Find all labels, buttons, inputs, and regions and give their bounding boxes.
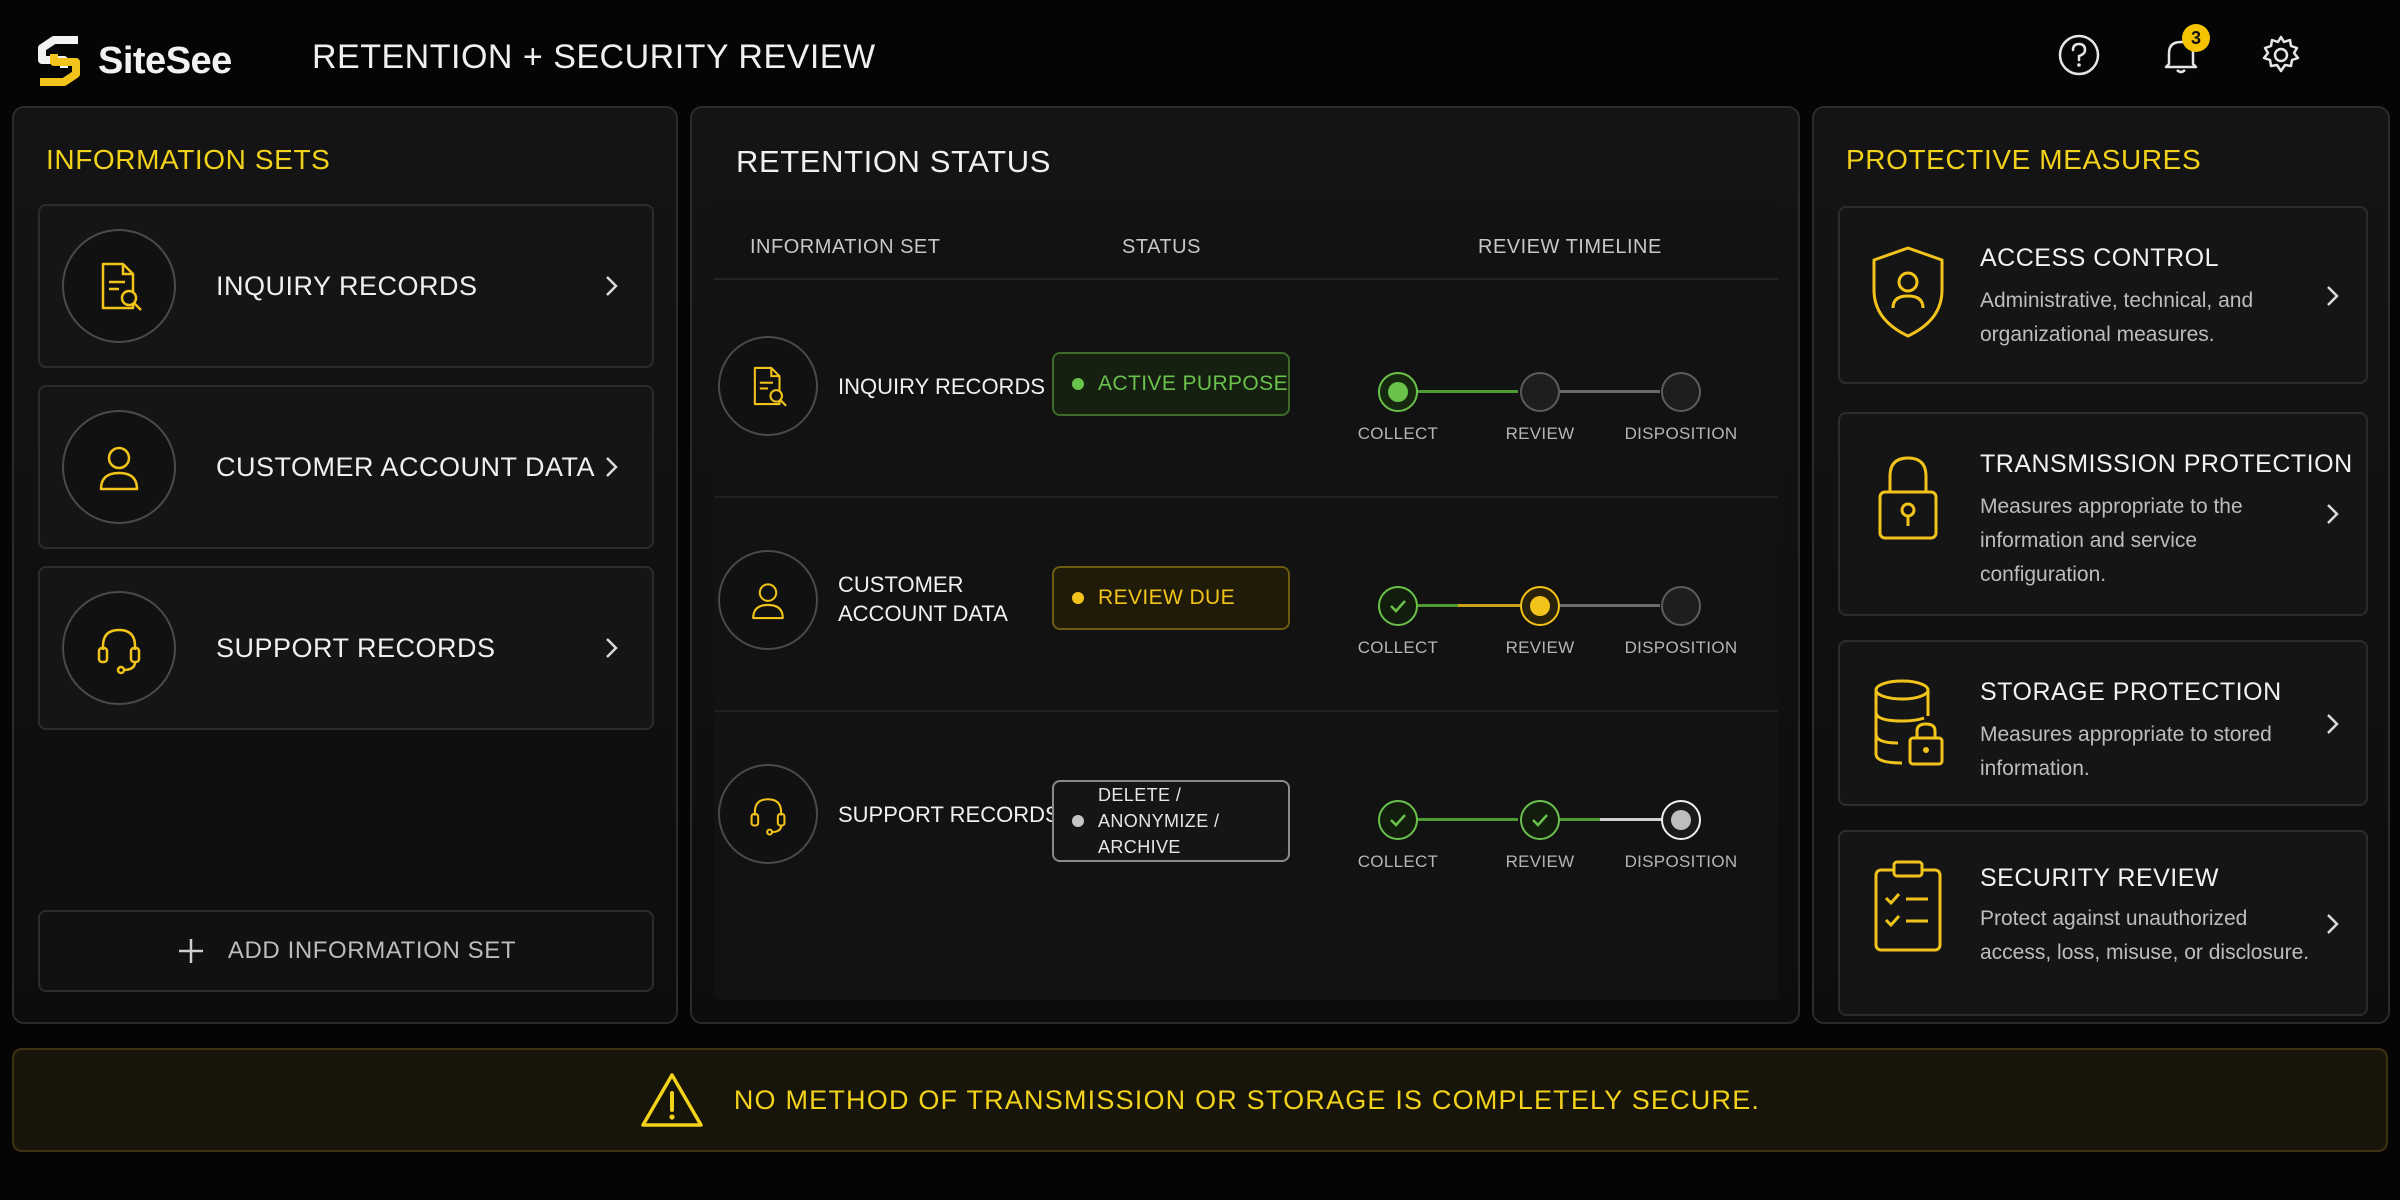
info-set-support-records[interactable]: SUPPORT RECORDS [38, 566, 654, 730]
warning-icon [641, 1073, 703, 1127]
protective-measures-heading: PROTECTIVE MEASURES [1846, 144, 2202, 175]
timeline-step-label: REVIEW [1505, 424, 1575, 443]
check-icon [1390, 600, 1406, 613]
measure-access-control[interactable]: ACCESS CONTROL Administrative, technical… [1838, 206, 2368, 384]
timeline-node-review [1520, 372, 1560, 412]
timeline-node-collect [1378, 800, 1418, 840]
measure-description: Measures appropriate to stored informati… [1980, 723, 2272, 780]
info-set-label: SUPPORT RECORDS [216, 632, 496, 663]
check-icon [1390, 814, 1406, 827]
check-icon [1532, 814, 1548, 827]
timeline-connector [1600, 818, 1662, 821]
retention-status-heading: RETENTION STATUS [736, 144, 1052, 179]
measure-title: STORAGE PROTECTION [1980, 678, 2282, 706]
protective-measures-panel: PROTECTIVE MEASURES ACCESS CONTROL Admin… [1812, 106, 2390, 1024]
measure-storage-protection[interactable]: STORAGE PROTECTION Measures appropriate … [1838, 640, 2368, 806]
chevron-right-icon [2327, 504, 2339, 524]
gear-icon[interactable] [2258, 32, 2304, 78]
chevron-right-icon [606, 457, 618, 477]
database-lock-icon [1874, 679, 1944, 766]
security-disclaimer-banner: NO METHOD OF TRANSMISSION OR STORAGE IS … [12, 1048, 2388, 1152]
top-bar: SiteSee RETENTION + SECURITY REVIEW 3 [0, 0, 2400, 104]
banner-text: NO METHOD OF TRANSMISSION OR STORAGE IS … [733, 1084, 1761, 1115]
information-sets-heading: INFORMATION SETS [46, 144, 331, 175]
table-row[interactable]: INQUIRY RECORDS ACTIVE PURPOSE COLLECT R… [714, 280, 1778, 492]
chevron-right-icon [606, 276, 618, 296]
review-timeline: COLLECT REVIEW DISPOSITION [714, 280, 1778, 492]
measure-description: Administrative, technical, and organizat… [1980, 289, 2254, 346]
document-search-icon [62, 229, 176, 343]
column-header-information-set: INFORMATION SET [750, 236, 941, 258]
chevron-right-icon [2327, 714, 2339, 734]
measure-title: SECURITY REVIEW [1980, 864, 2220, 892]
brand-logo[interactable]: SiteSee [34, 32, 232, 90]
timeline-step-label: COLLECT [1357, 424, 1439, 443]
timeline-step-label: REVIEW [1505, 638, 1575, 657]
info-set-label: CUSTOMER ACCOUNT DATA [216, 451, 596, 482]
measure-title: ACCESS CONTROL [1980, 244, 2219, 272]
timeline-step-label: DISPOSITION [1624, 852, 1738, 871]
timeline-step-label: COLLECT [1357, 852, 1439, 871]
measure-description: Measures appropriate to the information … [1980, 495, 2243, 586]
plus-icon [178, 939, 203, 963]
review-timeline: COLLECT REVIEW DISPOSITION [714, 494, 1778, 706]
chevron-right-icon [2327, 914, 2339, 934]
table-row[interactable]: CUSTOMER ACCOUNT DATA REVIEW DUE COLLECT… [714, 494, 1778, 706]
add-information-set-button[interactable]: ADD INFORMATION SET [38, 910, 654, 992]
timeline-node-review [1520, 800, 1560, 840]
timeline-node-collect [1378, 586, 1418, 626]
info-set-label: INQUIRY RECORDS [216, 270, 478, 301]
table-row[interactable]: SUPPORT RECORDS DELETE / ANONYMIZE / ARC… [714, 708, 1778, 920]
timeline-node-disposition [1661, 372, 1701, 412]
notification-badge: 3 [2182, 24, 2210, 52]
help-icon[interactable] [2056, 32, 2102, 78]
brand-name: SiteSee [98, 39, 232, 82]
info-set-customer-account-data[interactable]: CUSTOMER ACCOUNT DATA [38, 385, 654, 549]
logo-icon [38, 36, 80, 86]
padlock-icon [1878, 456, 1938, 540]
review-timeline: COLLECT REVIEW DISPOSITION [714, 708, 1778, 920]
measure-security-review[interactable]: SECURITY REVIEW Protect against unauthor… [1838, 830, 2368, 1016]
add-information-set-label: ADD INFORMATION SET [227, 937, 517, 964]
measure-transmission-protection[interactable]: TRANSMISSION PROTECTION Measures appropr… [1838, 412, 2368, 616]
page-title: RETENTION + SECURITY REVIEW [312, 38, 876, 76]
timeline-step-label: COLLECT [1357, 638, 1439, 657]
timeline-step-label: DISPOSITION [1624, 638, 1738, 657]
column-header-review-timeline: REVIEW TIMELINE [1478, 236, 1662, 258]
measure-description: Protect against unauthorized access, los… [1980, 907, 2310, 964]
timeline-node-disposition [1661, 800, 1701, 840]
bell-icon[interactable]: 3 [2158, 24, 2210, 78]
timeline-connector [1458, 604, 1520, 607]
information-sets-panel: INFORMATION SETS INQUIRY RECORDS CUSTOME… [12, 106, 678, 1024]
timeline-step-label: DISPOSITION [1624, 424, 1738, 443]
chevron-right-icon [606, 638, 618, 658]
info-set-inquiry-records[interactable]: INQUIRY RECORDS [38, 204, 654, 368]
timeline-node-review [1520, 586, 1560, 626]
timeline-node-disposition [1661, 586, 1701, 626]
shield-user-icon [1872, 246, 1944, 338]
clipboard-checklist-icon [1874, 860, 1942, 952]
chevron-right-icon [2327, 286, 2339, 306]
user-icon [62, 410, 176, 524]
timeline-node-collect [1378, 372, 1418, 412]
retention-status-panel: RETENTION STATUS INFORMATION SET STATUS … [690, 106, 1800, 1024]
measure-title: TRANSMISSION PROTECTION [1980, 450, 2353, 478]
timeline-step-label: REVIEW [1505, 852, 1575, 871]
retention-table: INFORMATION SET STATUS REVIEW TIMELINE I… [714, 206, 1778, 1000]
column-header-status: STATUS [1122, 236, 1201, 258]
headset-icon [62, 591, 176, 705]
